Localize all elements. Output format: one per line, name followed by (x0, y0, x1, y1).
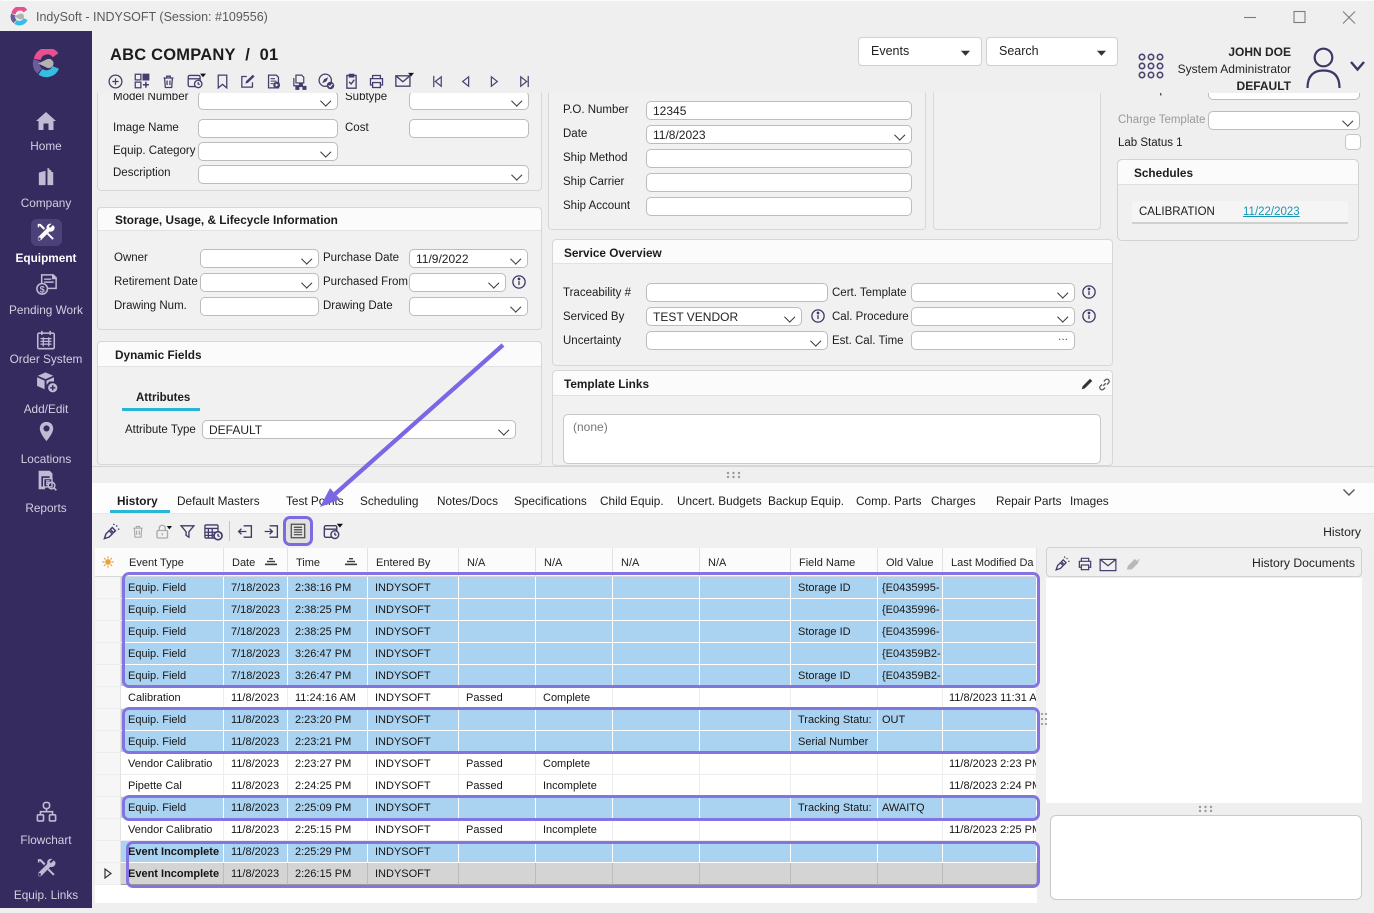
svg-text:$: $ (39, 284, 44, 294)
